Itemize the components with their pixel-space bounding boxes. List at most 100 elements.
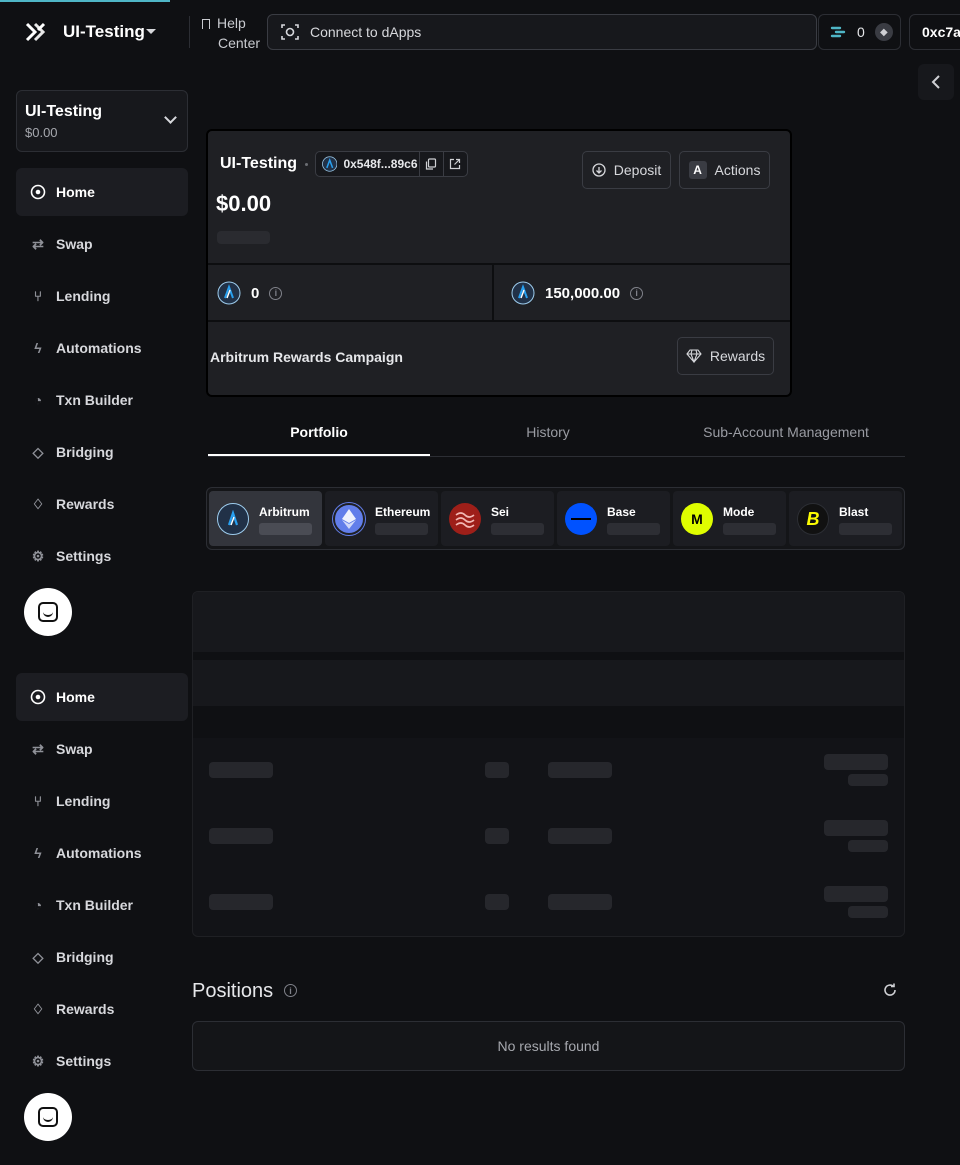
home-icon xyxy=(28,687,48,707)
sidebar-item-automations[interactable]: ϟ Automations xyxy=(16,324,188,372)
workspace-name[interactable]: UI-Testing xyxy=(63,22,145,42)
stat-right-value: 150,000.00 xyxy=(545,284,621,302)
chain-name: Arbitrum xyxy=(259,505,310,519)
chain-name: Sei xyxy=(491,505,510,519)
sidebar-label: Rewards xyxy=(56,1001,115,1017)
settings-icon: ⚙ xyxy=(31,547,45,564)
loading-placeholder xyxy=(607,523,660,535)
sidebar-item-settings[interactable]: ⚙ Settings xyxy=(16,1037,188,1085)
sidebar-label: Txn Builder xyxy=(56,392,134,408)
tab-sub-account-management[interactable]: Sub-Account Management xyxy=(666,422,906,456)
refresh-button[interactable] xyxy=(882,982,898,1003)
sidebar-label: Lending xyxy=(56,288,111,304)
loading-placeholder xyxy=(485,828,509,844)
loading-placeholder xyxy=(209,828,273,844)
swap-icon: ⇄ xyxy=(32,235,44,252)
copy-address-button[interactable] xyxy=(420,152,443,176)
account-card-balance: $0.00 xyxy=(216,191,272,216)
sidebar-item-automations[interactable]: ϟ Automations xyxy=(16,829,188,877)
sidebar-label: Bridging xyxy=(56,949,114,965)
loading-placeholder xyxy=(824,820,888,836)
rewards-button[interactable]: Rewards xyxy=(677,337,774,375)
loading-placeholder xyxy=(491,523,544,535)
wallet-address: 0xc7ab xyxy=(922,24,960,40)
sidebar-label: Settings xyxy=(56,1053,112,1069)
wallet-address-button[interactable]: 0xc7ab xyxy=(909,14,960,50)
copy-icon xyxy=(426,158,437,170)
collapse-panel-button[interactable] xyxy=(918,64,954,100)
chain-sei[interactable]: Sei xyxy=(441,491,554,546)
info-icon[interactable]: i xyxy=(269,286,283,300)
pending-tx-indicator[interactable]: 0 ◆ xyxy=(818,14,901,50)
actions-badge: A xyxy=(688,161,707,179)
chain-blast[interactable]: B Blast xyxy=(789,491,902,546)
sidebar-item-swap[interactable]: ⇄ Swap xyxy=(16,725,188,773)
loading-placeholder xyxy=(548,762,612,778)
sidebar-item-bridging[interactable]: ◇ Bridging xyxy=(16,428,188,476)
sidebar-item-settings[interactable]: ⚙ Settings xyxy=(16,532,188,580)
card-divider xyxy=(492,265,494,322)
ethereum-icon xyxy=(333,503,365,535)
rewards-icon: ♢ xyxy=(31,495,45,512)
chain-arbitrum[interactable]: Arbitrum xyxy=(209,491,322,546)
sidebar-item-txn-builder[interactable]: ◔ Txn Builder xyxy=(16,376,188,424)
connect-dapps-button[interactable]: Connect to dApps xyxy=(267,14,817,50)
actions-button[interactable]: A Actions xyxy=(679,151,770,189)
chain-ethereum[interactable]: Ethereum xyxy=(325,491,438,546)
loading-placeholder xyxy=(723,523,776,535)
loading-placeholder xyxy=(848,774,888,786)
txn-builder-icon: ◔ xyxy=(33,897,43,913)
arbitrum-icon xyxy=(217,503,249,535)
help-label-2: Center xyxy=(218,35,261,51)
app-logo-icon[interactable] xyxy=(24,20,48,44)
table-gap xyxy=(193,652,904,660)
chain-selector: Arbitrum Ethereum Sei Base M Mode B Blas… xyxy=(206,487,905,550)
sidebar-item-home[interactable]: Home xyxy=(16,168,188,216)
support-chat-button[interactable] xyxy=(24,588,72,636)
positions-title: Positions xyxy=(192,980,274,1002)
tab-history[interactable]: History xyxy=(430,422,666,456)
deposit-button[interactable]: Deposit xyxy=(582,151,671,189)
sidebar-item-rewards[interactable]: ♢ Rewards xyxy=(16,480,188,528)
stat-left-value: 0 xyxy=(251,284,260,302)
account-selector[interactable]: UI-Testing $0.00 xyxy=(16,90,188,152)
sidebar-label: Home xyxy=(56,184,95,200)
account-address-chip: 0x548f...89c6 xyxy=(315,151,468,177)
open-explorer-button[interactable] xyxy=(444,152,467,176)
automations-icon: ϟ xyxy=(34,340,42,356)
chat-icon xyxy=(38,1107,58,1127)
sidebar-label: Txn Builder xyxy=(56,897,134,913)
loading-placeholder xyxy=(848,840,888,852)
chevron-left-icon xyxy=(931,75,940,89)
mode-icon: M xyxy=(681,503,713,535)
sidebar-label: Rewards xyxy=(56,496,115,512)
sidebar-item-home[interactable]: Home xyxy=(16,673,188,721)
table-header-placeholder xyxy=(193,592,904,652)
workspace-dropdown-icon[interactable] xyxy=(146,29,156,34)
sidebar-item-rewards[interactable]: ♢ Rewards xyxy=(16,985,188,1033)
chain-mode[interactable]: M Mode xyxy=(673,491,786,546)
loading-placeholder xyxy=(485,894,509,910)
actions-label: Actions xyxy=(714,162,761,178)
info-icon[interactable]: i xyxy=(284,984,297,997)
campaign-label: Arbitrum Rewards Campaign xyxy=(210,349,403,365)
support-chat-button[interactable] xyxy=(24,1093,72,1141)
bookmark-icon xyxy=(202,19,210,29)
loading-placeholder xyxy=(548,894,612,910)
info-icon[interactable]: i xyxy=(630,286,644,300)
deposit-label: Deposit xyxy=(613,162,662,178)
sidebar-item-txn-builder[interactable]: ◔ Txn Builder xyxy=(16,881,188,929)
sidebar-item-swap[interactable]: ⇄ Swap xyxy=(16,220,188,268)
sidebar-item-lending[interactable]: ⑂ Lending xyxy=(16,777,188,825)
stat-left: 0 i xyxy=(217,281,283,305)
table-subheader-placeholder xyxy=(193,660,904,706)
positions-empty-state: No results found xyxy=(192,1021,905,1071)
tab-portfolio[interactable]: Portfolio xyxy=(208,422,430,456)
help-center-link[interactable]: Help Center xyxy=(202,13,260,53)
automations-icon: ϟ xyxy=(34,845,42,861)
sidebar-item-bridging[interactable]: ◇ Bridging xyxy=(16,933,188,981)
sidebar-item-lending[interactable]: ⑂ Lending xyxy=(16,272,188,320)
loading-placeholder xyxy=(209,894,273,910)
assets-table-loading xyxy=(192,591,905,937)
chain-base[interactable]: Base xyxy=(557,491,670,546)
